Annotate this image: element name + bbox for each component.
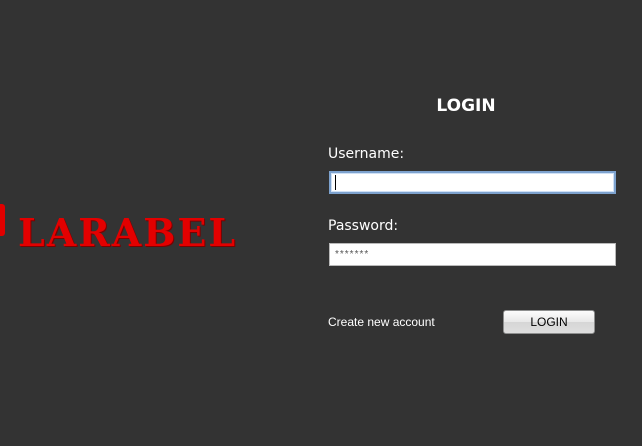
create-account-link[interactable]: Create new account <box>328 315 435 329</box>
text-caret <box>335 175 336 190</box>
password-label: Password: <box>328 218 399 234</box>
login-title: LOGIN <box>436 96 496 116</box>
login-window: LARABEL LOGIN Username: Password: Create… <box>0 0 642 446</box>
username-label: Username: <box>328 146 405 162</box>
brand-logo: LARABEL <box>0 204 260 260</box>
logo-text: LARABEL <box>18 210 238 255</box>
logo-accent-tab <box>0 204 5 236</box>
password-input[interactable] <box>329 243 616 266</box>
login-button[interactable]: LOGIN <box>503 310 595 334</box>
username-input[interactable] <box>329 171 616 194</box>
